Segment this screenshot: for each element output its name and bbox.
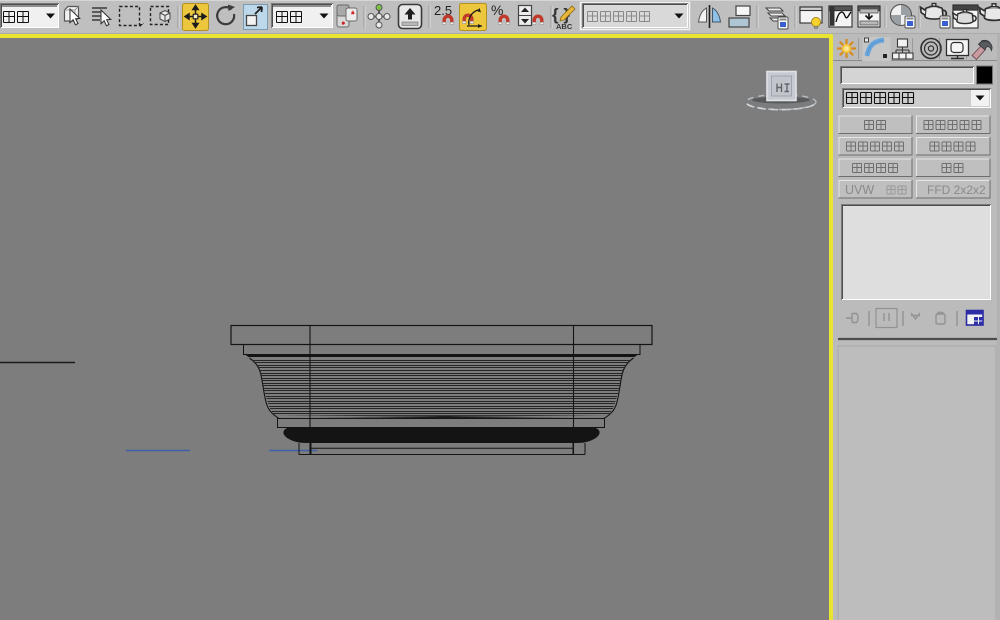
svg-text:UVW: UVW [845,183,874,197]
svg-text:FFD 2x2x2: FFD 2x2x2 [927,183,986,197]
